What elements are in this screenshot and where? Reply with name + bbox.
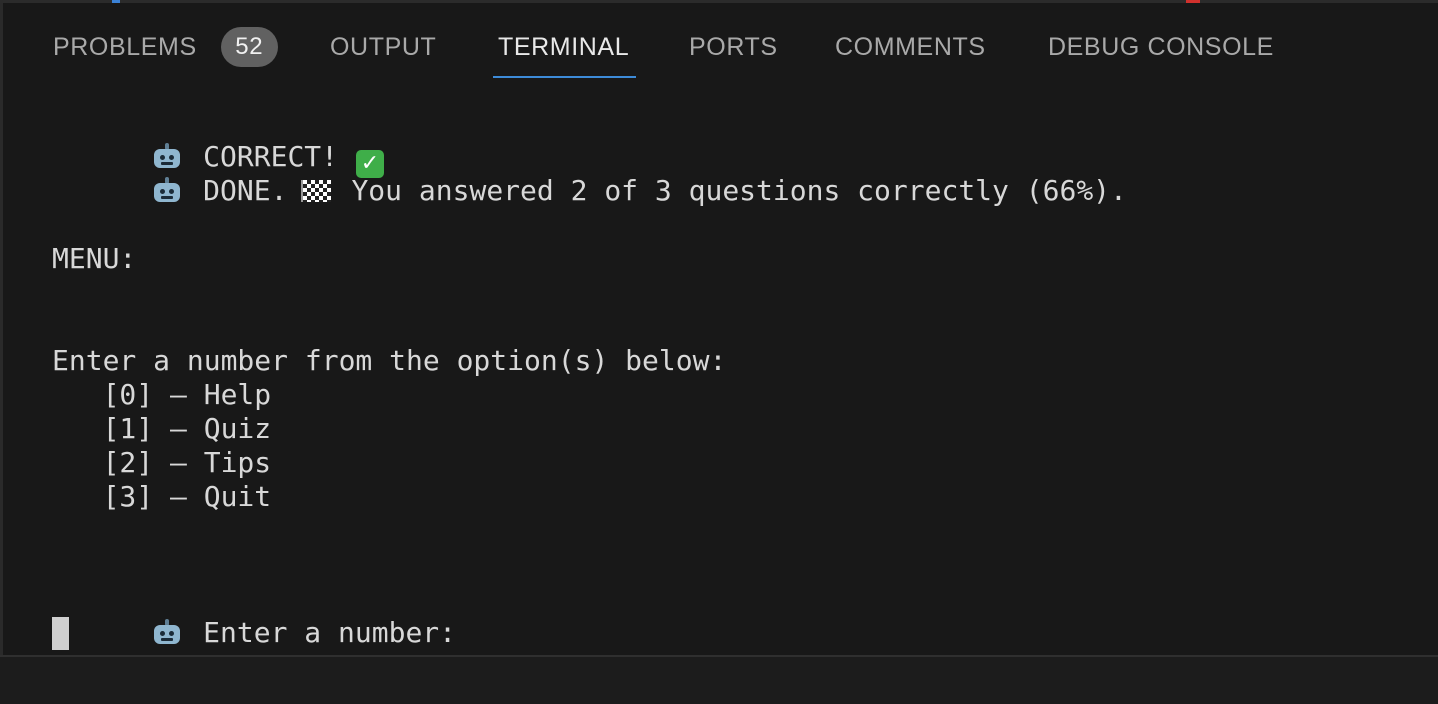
terminal-panel: PROBLEMS 52 OUTPUT TERMINAL PORTS COMMEN… <box>0 0 1438 704</box>
terminal-output[interactable]: CORRECT! ✓ DONE. You answered 2 of 3 quest… <box>0 0 1438 655</box>
input-prompt-text: Enter a number: <box>203 616 457 649</box>
status-bar <box>0 657 1438 704</box>
menu-option-help: [0] – Help <box>52 378 272 411</box>
menu-title: MENU: <box>52 242 137 275</box>
done-summary: You answered 2 of 3 questions correctly … <box>351 174 1127 207</box>
terminal-cursor[interactable] <box>52 617 69 650</box>
chequered-flag-icon <box>301 180 332 202</box>
menu-option-quiz: [1] – Quiz <box>52 412 272 445</box>
terminal-line-done: DONE. You answered 2 of 3 questions corre… <box>52 140 1127 207</box>
menu-option-quit: [3] – Quit <box>52 480 272 513</box>
terminal-line-correct: CORRECT! ✓ <box>52 106 385 178</box>
menu-option-tips: [2] – Tips <box>52 446 272 479</box>
done-prefix: DONE. <box>203 174 288 207</box>
terminal-line-input-prompt: Enter a number: <box>52 582 456 649</box>
robot-face-icon <box>153 177 181 203</box>
menu-prompt-intro: Enter a number from the option(s) below: <box>52 344 727 377</box>
robot-face-icon <box>153 619 181 645</box>
